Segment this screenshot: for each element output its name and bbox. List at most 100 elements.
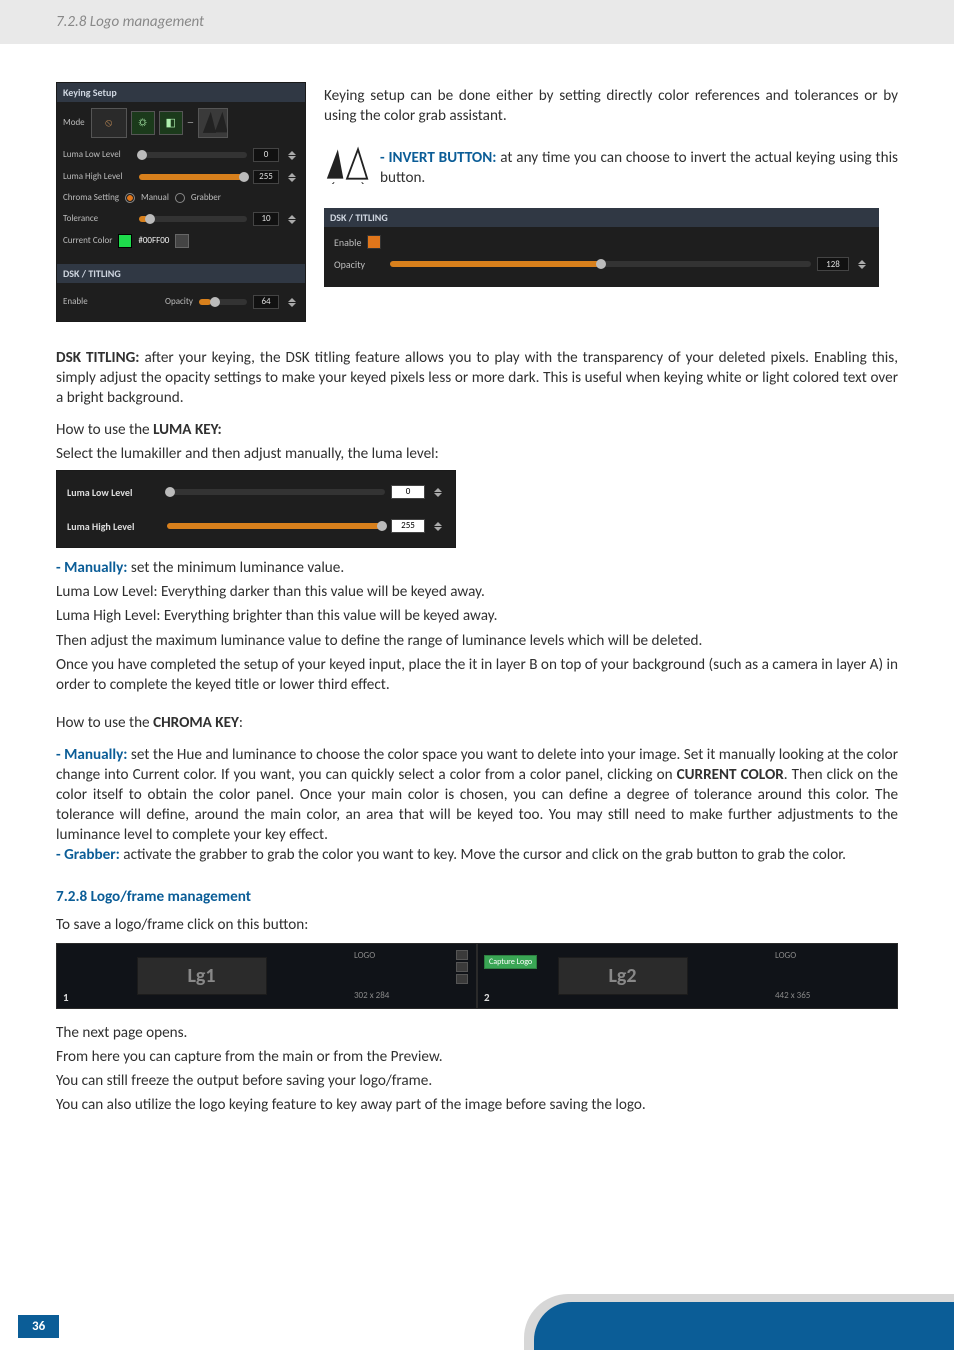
color-picker-icon[interactable] (175, 234, 189, 248)
luma-high-value[interactable]: 255 (253, 170, 279, 184)
luma-panel-high-label: Luma High Level (67, 520, 161, 533)
logo-slot-2[interactable]: 2 Capture Logo Lg2 LOGO 442 x 365 (477, 943, 898, 1009)
closing-line-4: You can also utilize the logo keying fea… (56, 1095, 898, 1115)
intro-column: Keying setup can be done either by setti… (324, 82, 898, 322)
luma-low-slider[interactable] (139, 152, 247, 158)
logo-2-typelabel: LOGO (775, 950, 889, 962)
opacity-small-slider[interactable] (199, 299, 247, 305)
intro-paragraph: Keying setup can be done either by setti… (324, 86, 898, 126)
luma-key-label: LUMA KEY: (153, 421, 222, 439)
dsk-opacity-spinner[interactable] (855, 257, 869, 271)
manually-label: - Manually: (56, 559, 128, 577)
luma-high-spinner[interactable] (285, 170, 299, 184)
logo-1-expand-icon[interactable] (456, 962, 468, 972)
luma-high-explain: Luma High Level: Everything brighter tha… (56, 606, 898, 626)
dsk-titling-body: after your keying, the DSK titling featu… (56, 349, 898, 407)
page-header: 7.2.8 Logo management (0, 0, 954, 44)
luma-low-explain: Luma Low Level: Everything darker than t… (56, 582, 898, 602)
current-color-hex: #00FF00 (138, 235, 169, 247)
tolerance-value[interactable]: 10 (253, 212, 279, 226)
dsk-opacity-label: Opacity (334, 258, 384, 271)
luma-low-value[interactable]: 0 (253, 148, 279, 162)
breadcrumb: 7.2.8 Logo management (56, 13, 204, 31)
disabled-icon: ⦸ (105, 116, 112, 131)
closing-line-1: The next page opens. (56, 1023, 898, 1043)
logo-1-size: 302 x 284 (354, 990, 468, 1002)
luma-panel-low-value[interactable]: 0 (391, 485, 425, 499)
tolerance-spinner[interactable] (285, 212, 299, 226)
dsk-titling-heading: DSK TITLING: (56, 349, 139, 367)
chroma-manual-bullet: - Manually: set the Hue and luminance to… (56, 745, 898, 845)
grabber-label: - Grabber: (56, 846, 120, 864)
dsk-titling-wide-panel: DSK / TITLING Enable Opacity 128 (324, 208, 879, 287)
dsk-opacity-slider[interactable] (390, 261, 811, 267)
manually-body: set the minimum luminance value. (128, 559, 345, 577)
grabber-body: activate the grabber to grab the color y… (120, 846, 846, 864)
luma-panel-low-spinner[interactable] (431, 485, 445, 499)
grabber-bullet: - Grabber: activate the grabber to grab … (56, 845, 898, 865)
mode-label: Mode (63, 117, 85, 129)
dsk-enable-label: Enable (334, 236, 361, 249)
page-content: Keying Setup Mode ⦸ ☼ ◧ – Luma Low Level (0, 44, 954, 1140)
luma-low-label: Luma Low Level (63, 149, 133, 161)
logo-intro-line: To save a logo/frame click on this butto… (56, 915, 898, 935)
chroma-grabber-label: Grabber (191, 192, 221, 204)
luma-high-label: Luma High Level (63, 171, 133, 183)
luma-panel-high-spinner[interactable] (431, 519, 445, 533)
invert-button-label: - INVERT BUTTON: (380, 149, 496, 167)
luma-low-spinner[interactable] (285, 148, 299, 162)
top-row: Keying Setup Mode ⦸ ☼ ◧ – Luma Low Level (56, 82, 898, 322)
closing-line-3: You can still freeze the output before s… (56, 1071, 898, 1091)
luma-key-panel: Luma Low Level 0 Luma High Level 255 (56, 470, 456, 548)
chroma-manual-radio[interactable] (125, 193, 135, 203)
current-color-bold: CURRENT COLOR (677, 766, 784, 784)
luma-once-line: Once you have completed the setup of you… (56, 655, 898, 695)
tolerance-label: Tolerance (63, 213, 133, 225)
closing-line-2: From here you can capture from the main … (56, 1047, 898, 1067)
chroma-manual-label: Manual (141, 192, 169, 204)
current-color-label: Current Color (63, 235, 112, 247)
tolerance-slider[interactable] (139, 216, 247, 222)
mode-none-button[interactable]: ⦸ (91, 108, 127, 138)
logo-2-thumbnail: Lg2 (558, 957, 688, 995)
dsk-titling-subtitle: DSK / TITLING (57, 264, 305, 283)
luma-panel-low-label: Luma Low Level (67, 486, 161, 499)
luma-panel-high-slider[interactable] (167, 523, 385, 529)
page-number: 36 (18, 1315, 59, 1338)
luma-panel-high-value[interactable]: 255 (391, 519, 425, 533)
logo-1-save-icon[interactable] (456, 974, 468, 984)
current-color-swatch[interactable] (118, 234, 132, 248)
section-7-2-8-heading: 7.2.8 Logo/frame management (56, 887, 898, 907)
logo-slot-1[interactable]: 1 Lg1 LOGO 302 x 284 (56, 943, 477, 1009)
mode-chroma-button[interactable]: ◧ (159, 111, 183, 135)
logo-1-typelabel: LOGO (354, 950, 375, 962)
mode-luma-button[interactable]: ☼ (131, 111, 155, 135)
invert-block: - INVERT BUTTON: at any time you can cho… (324, 144, 898, 192)
enable-small-label: Enable (63, 296, 133, 308)
chroma-grabber-radio[interactable] (175, 193, 185, 203)
opacity-small-spinner[interactable] (285, 295, 299, 309)
invert-icon (324, 144, 370, 184)
chroma-manual-label: - Manually: (56, 746, 128, 764)
dsk-wide-title: DSK / TITLING (324, 208, 879, 227)
dsk-enable-toggle[interactable] (367, 235, 381, 249)
logo-1-gear-icon[interactable] (456, 950, 468, 960)
chroma-key-label: CHROMA KEY (153, 714, 239, 732)
logo-frame-strip: 1 Lg1 LOGO 302 x 284 2 Capture Logo (56, 943, 898, 1009)
luma-panel-low-slider[interactable] (167, 489, 385, 495)
luma-howto-prefix: How to use the (56, 421, 153, 439)
mode-invert-button[interactable] (198, 108, 228, 138)
luma-high-slider[interactable] (139, 174, 247, 180)
logo-2-size: 442 x 365 (775, 990, 889, 1002)
opacity-small-value[interactable]: 64 (253, 295, 279, 309)
chroma-setting-label: Chroma Setting (63, 192, 119, 204)
keying-setup-panel: Keying Setup Mode ⦸ ☼ ◧ – Luma Low Level (56, 82, 306, 322)
chroma-colon: : (239, 714, 243, 732)
opacity-small-label: Opacity (165, 296, 193, 308)
chroma-howto-prefix: How to use the (56, 714, 153, 732)
logo-1-thumbnail: Lg1 (137, 957, 267, 995)
keying-setup-title: Keying Setup (57, 83, 305, 102)
dsk-opacity-value[interactable]: 128 (817, 257, 849, 271)
luma-then-line: Then adjust the maximum luminance value … (56, 631, 898, 651)
luma-select-line: Select the lumakiller and then adjust ma… (56, 444, 898, 464)
